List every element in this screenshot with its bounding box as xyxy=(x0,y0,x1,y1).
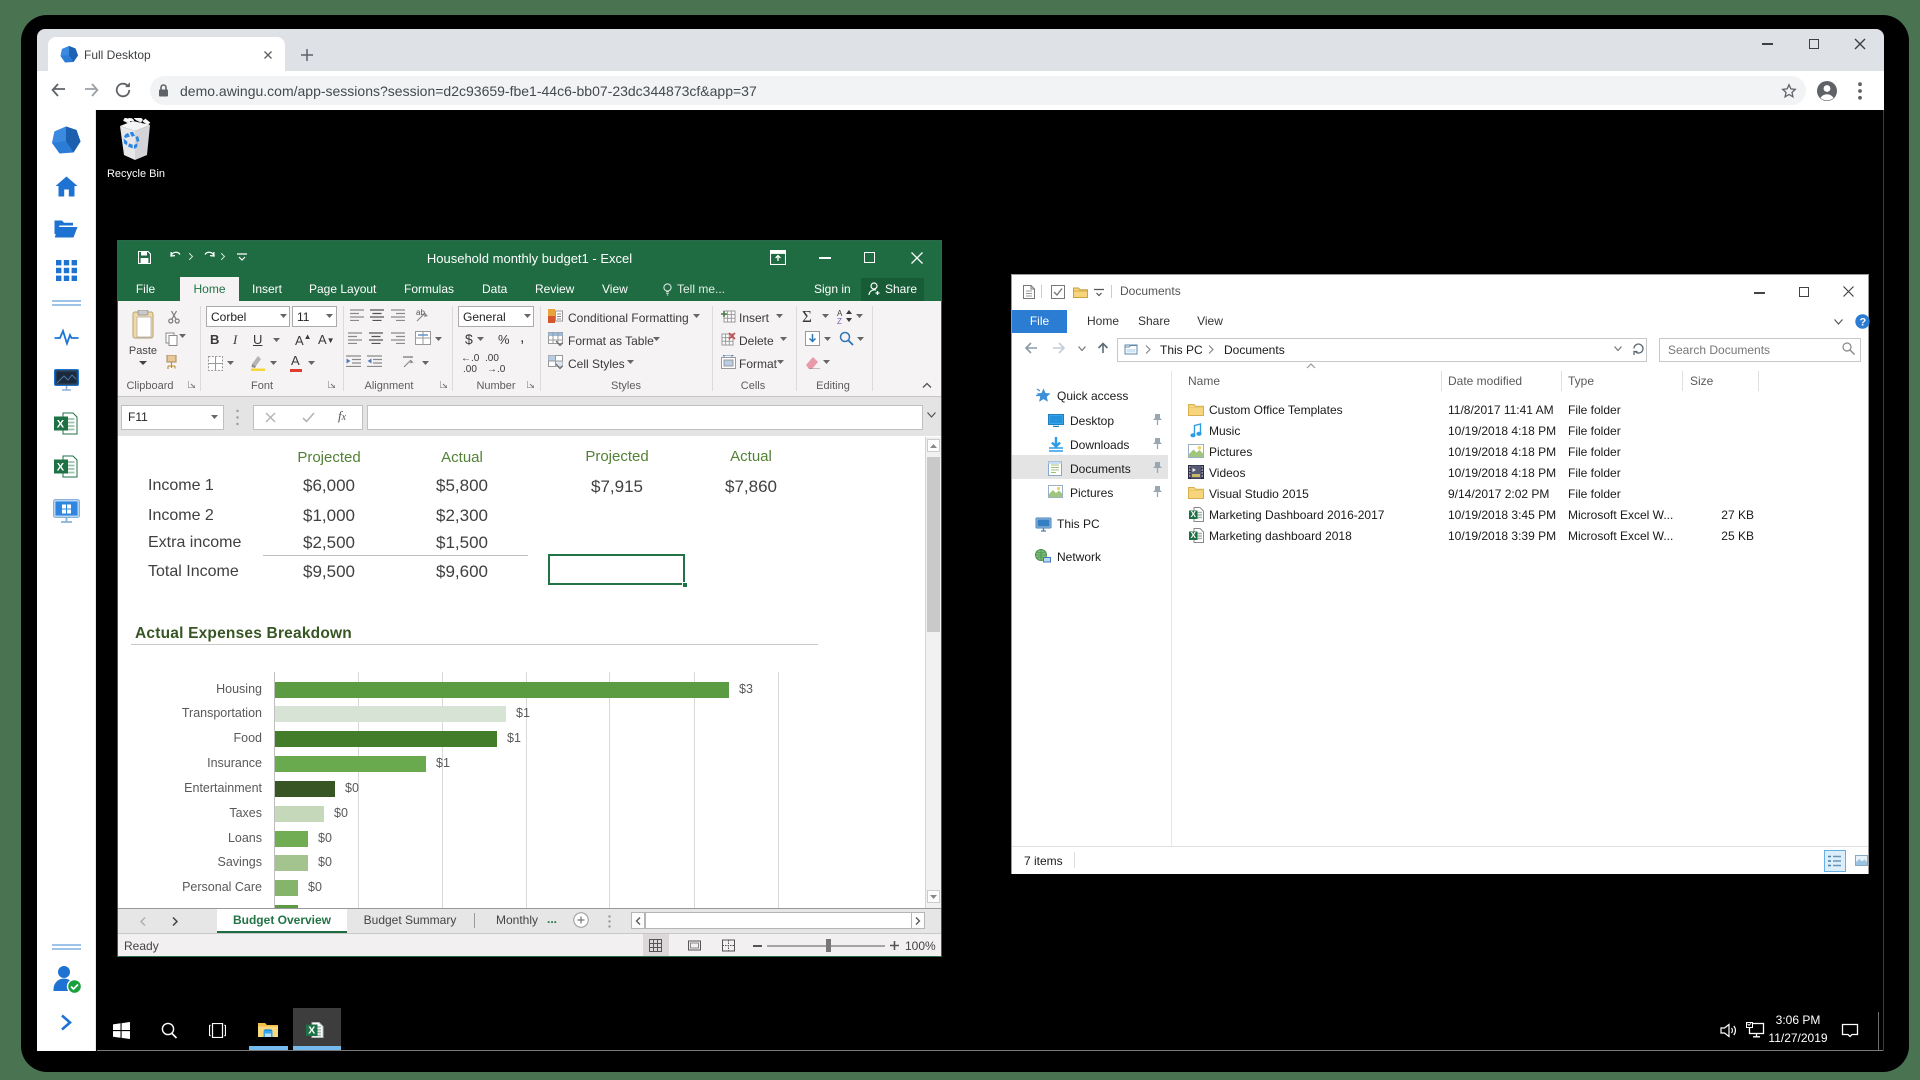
svg-text:X: X xyxy=(1191,510,1197,519)
svg-text:Z: Z xyxy=(837,317,842,324)
svg-text:X: X xyxy=(57,462,65,474)
svg-text:X: X xyxy=(57,419,65,431)
svg-text:X: X xyxy=(308,1025,315,1037)
svg-text:X: X xyxy=(1191,531,1197,540)
svg-text:ab: ab xyxy=(416,308,425,317)
svg-text:?: ? xyxy=(1860,317,1867,329)
